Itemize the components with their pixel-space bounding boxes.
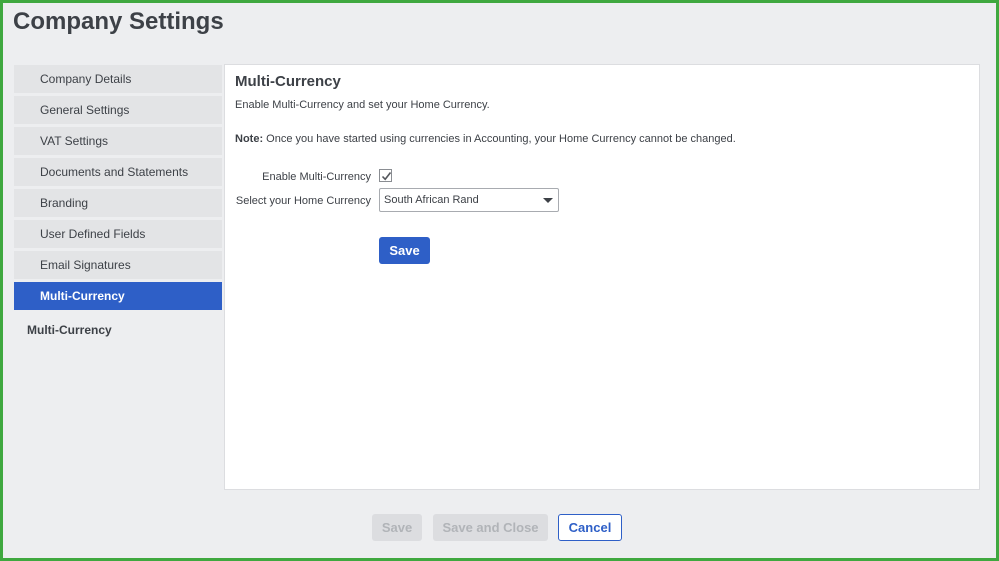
- settings-panel: Multi-Currency Enable Multi-Currency and…: [224, 64, 980, 490]
- sidebar-item-documents-and-statements[interactable]: Documents and Statements: [14, 158, 222, 186]
- home-currency-select[interactable]: South African Rand: [379, 188, 559, 212]
- note-prefix: Note:: [235, 133, 264, 145]
- save-currency-button[interactable]: Save: [379, 237, 430, 264]
- enable-multi-currency-checkbox[interactable]: [379, 169, 392, 182]
- page-title: Company Settings: [13, 8, 224, 35]
- enable-multi-currency-label: Enable Multi-Currency: [262, 171, 371, 183]
- sidebar-item-email-signatures[interactable]: Email Signatures: [14, 251, 222, 279]
- checkmark-icon: [381, 172, 392, 181]
- sidebar-item-company-details[interactable]: Company Details: [14, 65, 222, 93]
- sidebar-sub-label[interactable]: Multi-Currency: [27, 323, 112, 337]
- settings-sidebar: Company Details General Settings VAT Set…: [14, 65, 222, 313]
- home-currency-value: South African Rand: [384, 194, 479, 206]
- chevron-down-icon: [543, 198, 553, 203]
- sidebar-item-branding[interactable]: Branding: [14, 189, 222, 217]
- sidebar-item-general-settings[interactable]: General Settings: [14, 96, 222, 124]
- footer-cancel-button[interactable]: Cancel: [558, 514, 622, 541]
- note-text: Once you have started using currencies i…: [263, 133, 736, 145]
- sidebar-item-vat-settings[interactable]: VAT Settings: [14, 127, 222, 155]
- sidebar-item-multi-currency[interactable]: Multi-Currency: [14, 282, 222, 310]
- app-window: Company Settings Company Details General…: [0, 0, 999, 561]
- home-currency-label: Select your Home Currency: [235, 195, 371, 207]
- footer-save-button[interactable]: Save: [372, 514, 422, 541]
- footer-save-and-close-button[interactable]: Save and Close: [433, 514, 548, 541]
- panel-description: Enable Multi-Currency and set your Home …: [235, 99, 490, 111]
- panel-note: Note: Once you have started using curren…: [235, 133, 736, 145]
- panel-title: Multi-Currency: [235, 73, 341, 90]
- sidebar-item-user-defined-fields[interactable]: User Defined Fields: [14, 220, 222, 248]
